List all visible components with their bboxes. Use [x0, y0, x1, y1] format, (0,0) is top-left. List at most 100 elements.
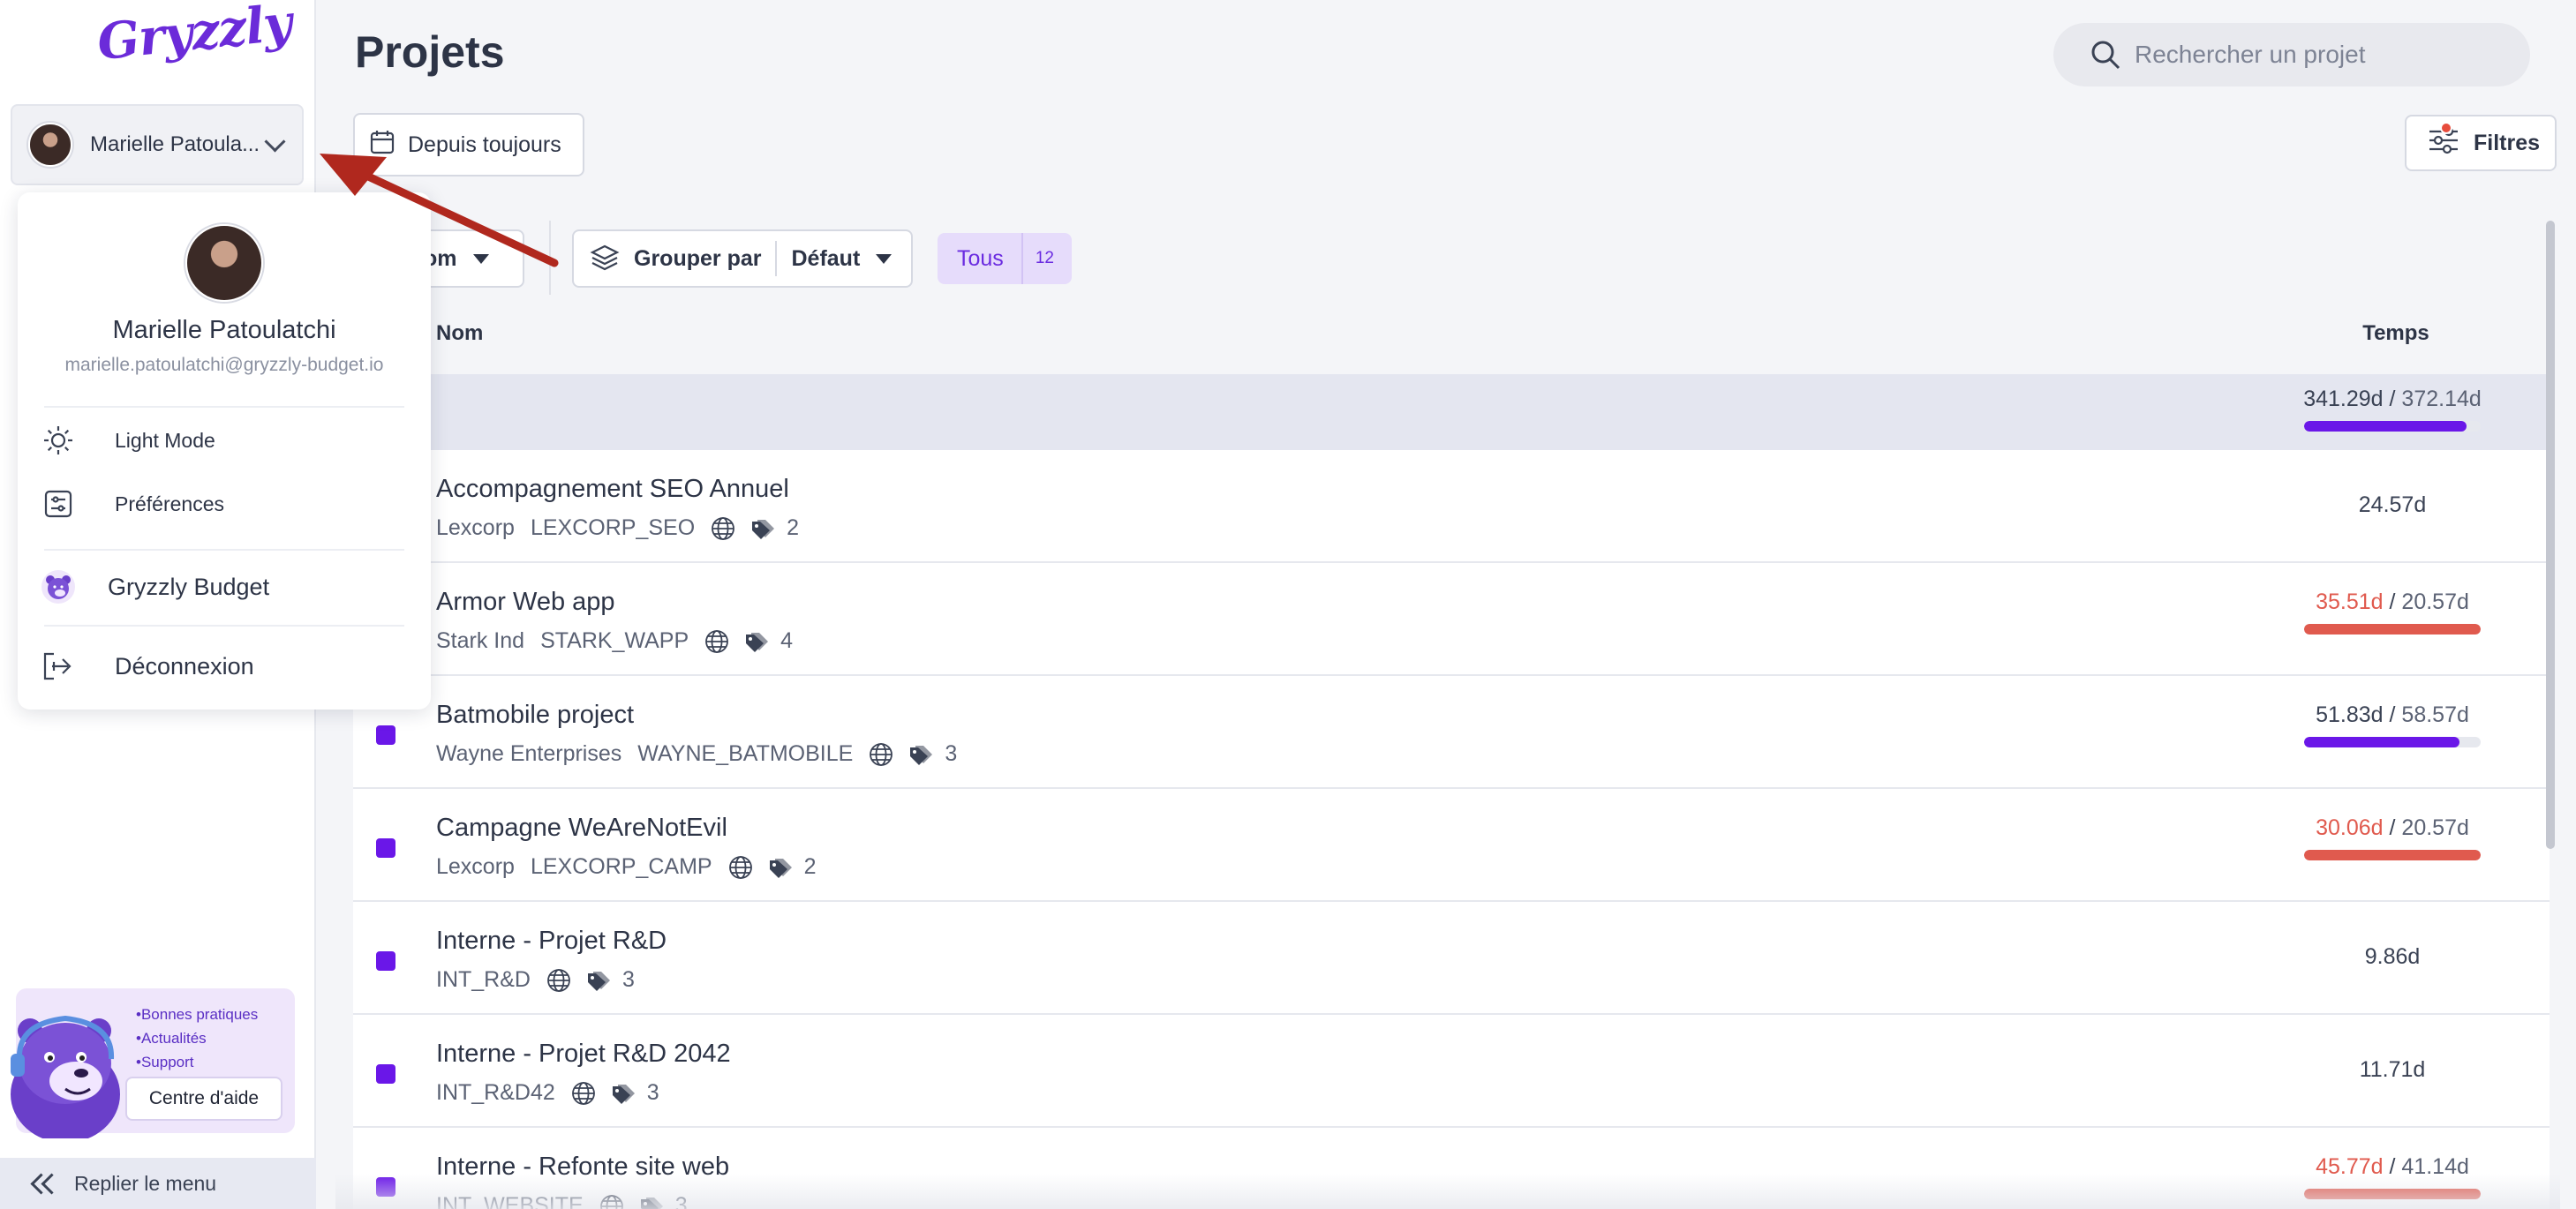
double-chevron-left-icon [30, 1173, 58, 1194]
globe-icon [704, 629, 729, 654]
project-time-spent: 51.83d [2316, 702, 2384, 727]
project-tag-count: 3 [621, 967, 635, 992]
project-name[interactable]: Batmobile project [436, 701, 634, 730]
all-projects-pill[interactable]: Tous 12 [938, 233, 1072, 284]
tags-icon [743, 629, 772, 654]
project-tag-count: 3 [646, 1080, 659, 1105]
tags-icon [908, 742, 936, 767]
project-time-cell: 11.71d [2269, 1057, 2516, 1083]
tags-icon [585, 968, 614, 993]
user-avatar-large [185, 224, 263, 302]
project-color-square [376, 951, 395, 971]
user-selector[interactable]: Marielle Patoula... [11, 104, 304, 185]
project-client: Wayne Enterprises [436, 741, 622, 766]
project-time-spent: 9.86d [2364, 944, 2421, 969]
search-bar[interactable] [2053, 23, 2530, 86]
help-bullet[interactable]: •Actualités [136, 1026, 258, 1050]
project-meta: INT_R&D 3 [436, 967, 635, 993]
globe-icon [711, 516, 735, 541]
sun-icon [41, 423, 76, 458]
table-total-row: 341.29d / 372.14d [353, 374, 2550, 450]
project-color-square [376, 725, 395, 745]
table-scrollbar[interactable] [2546, 221, 2555, 849]
filters-icon [2428, 121, 2459, 161]
project-name[interactable]: Campagne WeAreNotEvil [436, 814, 727, 843]
menu-item-label: Déconnexion [115, 652, 254, 680]
project-progress-bar [2304, 850, 2481, 860]
menu-item-label: Gryzzly Budget [108, 573, 270, 600]
filters-button[interactable]: Filtres [2405, 115, 2557, 171]
help-center-button[interactable]: Centre d'aide [125, 1077, 282, 1121]
active-filter-indicator [2440, 121, 2452, 134]
user-menu-email: marielle.patoulatchi@gryzzly-budget.io [64, 355, 384, 375]
column-header-time[interactable]: Temps [2290, 321, 2502, 346]
search-input[interactable] [2135, 41, 2523, 69]
menu-item-preferences[interactable]: Préférences [41, 480, 411, 528]
column-header-name[interactable]: Nom [436, 321, 483, 346]
project-progress-bar [2304, 737, 2481, 747]
menu-item-logout[interactable]: Déconnexion [41, 642, 411, 690]
workspace-bear-icon [41, 569, 76, 604]
project-code: LEXCORP_SEO [530, 515, 696, 540]
table-row[interactable]: Accompagnement SEO Annuel Lexcorp LEXCORP_… [353, 450, 2550, 563]
table-row[interactable]: Interne - Projet R&D INT_R&D 3 9.86d [353, 902, 2550, 1015]
project-code: LEXCORP_CAMP [530, 854, 712, 879]
project-client: Stark Ind [436, 628, 525, 653]
project-time-budget: 20.57d [2401, 815, 2469, 840]
collapse-menu-button[interactable]: Replier le menu [0, 1158, 316, 1209]
project-time-spent: 35.51d [2316, 589, 2384, 614]
project-meta: Lexcorp LEXCORP_CAMP 2 [436, 854, 816, 880]
project-progress-fill [2304, 737, 2459, 747]
filters-label: Filtres [2474, 130, 2541, 155]
project-time-cell: 9.86d [2269, 944, 2516, 970]
globe-icon [869, 742, 893, 767]
table-row[interactable]: Campagne WeAreNotEvil Lexcorp LEXCORP_CAMP… [353, 789, 2550, 902]
table-row[interactable]: Batmobile project Wayne Enterprises WAYNE_… [353, 676, 2550, 789]
help-bullet[interactable]: •Bonnes pratiques [136, 1002, 258, 1026]
project-time-spent: 24.57d [2358, 492, 2427, 517]
project-code: INT_R&D42 [436, 1080, 555, 1105]
menu-divider [44, 406, 404, 408]
project-name[interactable]: Armor Web app [436, 588, 615, 617]
project-color-square [376, 1064, 395, 1084]
help-card: •Bonnes pratiques •Actualités •Support C… [11, 988, 295, 1138]
preferences-icon [41, 486, 76, 522]
chevron-down-icon [265, 134, 286, 155]
project-tag-count: 2 [803, 854, 817, 879]
table-header: Nom Temps [353, 300, 2550, 374]
group-by-divider [775, 241, 778, 276]
project-code: WAYNE_BATMOBILE [637, 741, 854, 766]
table-row[interactable]: Armor Web app Stark Ind STARK_WAPP 4 35.51d … [353, 563, 2550, 676]
project-time-cell: 35.51d / 20.57d [2269, 589, 2516, 635]
table-row[interactable]: Interne - Projet R&D 2042 INT_R&D42 3 11.71… [353, 1015, 2550, 1128]
project-client: Lexcorp [436, 515, 515, 540]
project-time-spent: 30.06d [2316, 815, 2384, 840]
project-name[interactable]: Interne - Projet R&D [436, 927, 667, 956]
project-time-budget: 20.57d [2401, 589, 2469, 614]
total-progress-bar [2304, 421, 2481, 432]
group-by-label: Grouper par [634, 245, 762, 271]
project-meta: Stark Ind STARK_WAPP 4 [436, 628, 793, 654]
menu-item-light-mode[interactable]: Light Mode [41, 417, 411, 464]
bottom-fade [335, 1174, 2560, 1209]
layers-icon [590, 244, 620, 271]
project-progress-fill [2304, 624, 2481, 635]
group-by-button[interactable]: Grouper par Défaut [572, 229, 913, 288]
menu-item-workspace[interactable]: Gryzzly Budget [41, 563, 411, 611]
project-name[interactable]: Accompagnement SEO Annuel [436, 475, 789, 504]
gryzzly-logo[interactable]: Gryzzly [94, 0, 294, 71]
project-progress-fill [2304, 850, 2481, 860]
project-name[interactable]: Interne - Projet R&D 2042 [436, 1040, 731, 1069]
tags-icon [610, 1081, 638, 1106]
total-time-cell: 341.29d / 372.14d [2269, 387, 2516, 432]
help-bullet[interactable]: •Support [136, 1050, 258, 1074]
project-time-cell: 51.83d / 58.57d [2269, 702, 2516, 747]
project-meta: INT_R&D42 3 [436, 1080, 659, 1106]
project-tag-count: 4 [780, 628, 794, 653]
tags-icon [749, 516, 778, 541]
collapse-menu-label: Replier le menu [74, 1171, 217, 1195]
project-time-spent: 11.71d [2359, 1057, 2426, 1082]
total-spent: 341.29d [2303, 387, 2384, 411]
user-menu-name: Marielle Patoulatchi [112, 316, 336, 344]
project-time-cell: 24.57d [2269, 492, 2516, 518]
